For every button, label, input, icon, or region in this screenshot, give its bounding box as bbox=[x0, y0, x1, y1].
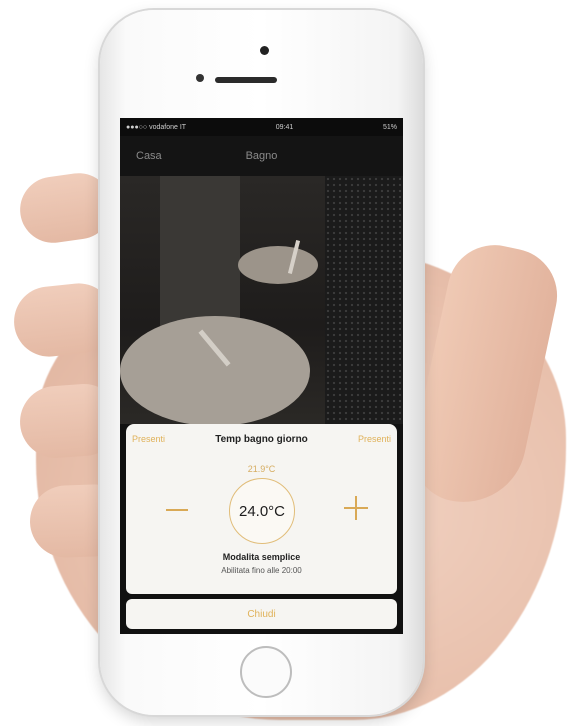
mode-subtitle: Abilitata fino alle 20:00 bbox=[221, 566, 302, 575]
perforated-panel bbox=[325, 176, 403, 426]
sheet-header: Presenti Temp bagno giorno Presenti bbox=[126, 424, 397, 454]
status-bar: ●●●○○ vodafone IT 09:41 51% bbox=[120, 118, 403, 136]
thermostat-sheet: Presenti Temp bagno giorno Presenti 21.9… bbox=[126, 424, 397, 594]
plus-icon-vertical bbox=[355, 496, 357, 520]
setpoint-display: 24.0°C bbox=[229, 478, 295, 544]
thermostat-title: Temp bagno giorno bbox=[215, 434, 308, 445]
current-temperature: 21.9°C bbox=[247, 464, 276, 474]
earpiece-speaker bbox=[215, 77, 277, 83]
nav-title: Bagno bbox=[245, 150, 278, 162]
mode-title: Modalita semplice bbox=[222, 552, 301, 562]
proximity-sensor bbox=[260, 46, 269, 55]
sink-bottom bbox=[120, 316, 310, 426]
plus-icon[interactable] bbox=[344, 496, 368, 520]
carrier-label: ●●●○○ vodafone IT bbox=[126, 123, 187, 131]
room-camera-view bbox=[120, 176, 403, 426]
sink-top bbox=[238, 246, 318, 284]
minus-icon[interactable] bbox=[166, 509, 188, 511]
front-camera bbox=[196, 74, 204, 82]
close-button[interactable]: Chiudi bbox=[126, 599, 397, 629]
presence-right-button[interactable]: Presenti bbox=[358, 434, 391, 444]
phone-screen: ●●●○○ vodafone IT 09:41 51% Casa Bagno P… bbox=[120, 118, 403, 634]
navigation-bar: Casa Bagno bbox=[120, 136, 403, 176]
wall-panel bbox=[160, 176, 240, 326]
phone-device: ●●●○○ vodafone IT 09:41 51% Casa Bagno P… bbox=[100, 10, 423, 715]
battery-label: 51% bbox=[382, 123, 397, 131]
thermostat-panel: Presenti Temp bagno giorno Presenti 21.9… bbox=[120, 424, 403, 634]
home-button[interactable] bbox=[240, 646, 292, 698]
status-time: 09:41 bbox=[275, 123, 294, 131]
